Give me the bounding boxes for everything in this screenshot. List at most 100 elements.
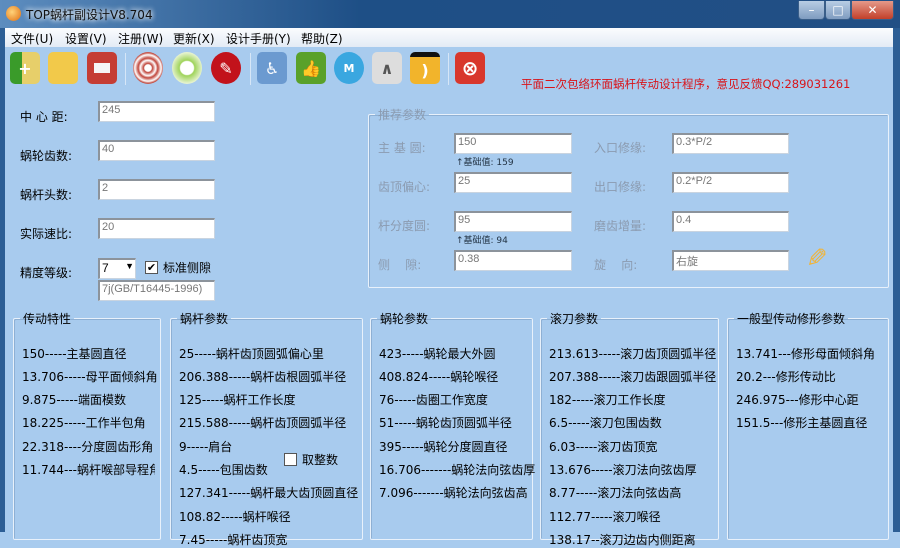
list-item: 6.5-----滚刀包围齿数 bbox=[549, 416, 662, 430]
group-title: 滚刀参数 bbox=[550, 312, 599, 326]
list-item: 11.744---蜗杆喉部导程角 bbox=[22, 463, 155, 477]
new-icon[interactable]: + bbox=[10, 52, 40, 84]
open-icon[interactable] bbox=[48, 52, 78, 84]
list-item: 9.875-----端面模数 bbox=[22, 393, 127, 407]
base-circle-input[interactable]: 150 bbox=[454, 133, 572, 154]
ratio-label: 实际速比: bbox=[20, 227, 73, 241]
window-title: TOP蜗杆副设计V8.704 bbox=[26, 8, 153, 22]
menu-register[interactable]: 注册(W) bbox=[118, 30, 163, 47]
chevron-down-icon: ▼ bbox=[125, 261, 134, 271]
rss-icon[interactable]: ) bbox=[410, 52, 440, 84]
entry-mod-label: 入口修缘: bbox=[594, 141, 647, 155]
save-icon[interactable] bbox=[87, 52, 117, 84]
group-title: 蜗轮参数 bbox=[380, 312, 429, 326]
list-item: 18.225-----工作半包角 bbox=[22, 416, 146, 430]
feedback-notice: 平面二次包络环面蜗杆传动设计程序，意见反馈QQ:289031261 bbox=[521, 77, 851, 91]
worm-starts-label: 蜗杆头数: bbox=[20, 188, 73, 202]
minimize-button[interactable]: – bbox=[798, 1, 825, 20]
base-circle-label: 主 基 圆: bbox=[378, 141, 426, 155]
title-bar: TOP蜗杆副设计V8.704 – □ ✕ bbox=[0, 0, 900, 28]
menu-file[interactable]: 文件(U) bbox=[11, 30, 53, 47]
worm-starts-input[interactable]: 2 bbox=[98, 179, 215, 200]
list-item: 9-----肩台 bbox=[179, 440, 233, 454]
round-teeth-checkbox[interactable] bbox=[284, 453, 297, 466]
precision-standard-field[interactable]: 7j(GB/T16445-1996) bbox=[98, 280, 215, 301]
spiral-icon[interactable] bbox=[133, 52, 163, 84]
list-item: 182-----滚刀工作长度 bbox=[549, 393, 666, 407]
transmission-group: 传动特性 150-----主基圆直径 13.706-----母平面倾斜角 9.8… bbox=[13, 310, 161, 540]
pitch-circle-hint: ↑基础值: 94 bbox=[456, 236, 508, 246]
pencil-edit-icon[interactable]: ✎ bbox=[806, 244, 828, 274]
settings-user-icon[interactable]: ♿ bbox=[257, 52, 287, 84]
close-icon[interactable]: ⊗ bbox=[455, 52, 485, 84]
toolbar-separator bbox=[125, 53, 126, 85]
group-title: 蜗杆参数 bbox=[180, 312, 229, 326]
hand-label: 旋 向: bbox=[594, 258, 638, 272]
list-item: 206.388-----蜗杆齿根圆弧半径 bbox=[179, 370, 347, 384]
maximize-button[interactable]: □ bbox=[825, 1, 851, 20]
list-item: 22.318----分度圆齿形角 bbox=[22, 440, 154, 454]
menu-update[interactable]: 更新(X) bbox=[173, 30, 215, 47]
list-item: 13.741---修形母面倾斜角 bbox=[736, 347, 875, 361]
list-item: 246.975---修形中心距 bbox=[736, 393, 859, 407]
list-item: 13.676-----滚刀法向弦齿厚 bbox=[549, 463, 697, 477]
list-item: 215.588-----蜗杆齿顶圆弧半径 bbox=[179, 416, 347, 430]
pitch-circle-input[interactable]: 95 bbox=[454, 211, 572, 232]
list-item: 7.096-------蜗轮法向弦齿高 bbox=[379, 486, 528, 500]
window-frame-right bbox=[893, 28, 900, 532]
menu-design-manual[interactable]: 设计手册(Y) bbox=[226, 30, 291, 47]
worm-params-group: 蜗杆参数 25-----蜗杆齿顶圆弧偏心里 206.388-----蜗杆齿根圆弧… bbox=[170, 310, 363, 547]
modification-params-group: 一般型传动修形参数 13.741---修形母面倾斜角 20.2---修形传动比 … bbox=[727, 310, 889, 540]
wear-input[interactable]: 0.4 bbox=[672, 211, 789, 232]
center-distance-input[interactable]: 245 bbox=[98, 101, 215, 122]
menu-settings[interactable]: 设置(V) bbox=[65, 30, 107, 47]
group-title: 一般型传动修形参数 bbox=[737, 312, 846, 326]
menu-bar: 文件(U) 设置(V) 注册(W) 更新(X) 设计手册(Y) 帮助(Z) bbox=[5, 28, 893, 47]
group-title: 传动特性 bbox=[23, 312, 72, 326]
list-item: 395-----蜗轮分度圆直径 bbox=[379, 440, 508, 454]
list-item: 7.45-----蜗杆齿顶宽 bbox=[179, 533, 288, 547]
exit-mod-input[interactable]: 0.2*P/2 bbox=[672, 172, 789, 193]
wrench-icon[interactable]: ✎ bbox=[211, 52, 241, 84]
list-item: 20.2---修形传动比 bbox=[736, 370, 836, 384]
list-item: 4.5-----包围齿数 bbox=[179, 463, 268, 477]
thumbs-up-icon[interactable]: 👍 bbox=[296, 52, 326, 84]
list-item: 127.341-----蜗杆最大齿顶圆直径 bbox=[179, 486, 359, 500]
standard-backlash-label: 标准侧隙 bbox=[163, 261, 212, 275]
hand-input[interactable]: 右旋 bbox=[672, 250, 789, 271]
list-item: 125-----蜗杆工作长度 bbox=[179, 393, 296, 407]
precision-select[interactable]: 7 ▼ bbox=[98, 258, 136, 279]
list-item: 138.17--滚刀边齿内侧距离 bbox=[549, 533, 696, 547]
backlash-input[interactable]: 0.38 bbox=[454, 250, 572, 271]
list-item: 151.5---修形主基圆直径 bbox=[736, 416, 868, 430]
tip-offset-label: 齿顶偏心: bbox=[378, 180, 431, 194]
list-item: 6.03-----滚刀齿顶宽 bbox=[549, 440, 658, 454]
gear-icon[interactable] bbox=[172, 52, 202, 84]
menu-help[interactable]: 帮助(Z) bbox=[301, 30, 343, 47]
list-item: 13.706-----母平面倾斜角 bbox=[22, 370, 158, 384]
list-item: 16.706-------蜗轮法向弦齿厚 bbox=[379, 463, 536, 477]
gear-teeth-label: 蜗轮齿数: bbox=[20, 149, 73, 163]
gear-teeth-input[interactable]: 40 bbox=[98, 140, 215, 161]
recommend-params-title: 推荐参数 bbox=[378, 108, 427, 122]
list-item: 8.77-----滚刀法向弦齿高 bbox=[549, 486, 682, 500]
gear-params-group: 蜗轮参数 423-----蜗轮最大外圆 408.824-----蜗轮喉径 76-… bbox=[370, 310, 536, 540]
pitch-circle-label: 杆分度圆: bbox=[378, 219, 431, 233]
list-item: 150-----主基圆直径 bbox=[22, 347, 127, 361]
toolbar-separator bbox=[448, 53, 449, 85]
entry-mod-input[interactable]: 0.3*P/2 bbox=[672, 133, 789, 154]
drafting-icon[interactable]: ∧ bbox=[372, 52, 402, 84]
brand-icon[interactable]: M bbox=[334, 52, 364, 84]
ratio-input[interactable]: 20 bbox=[98, 218, 215, 239]
list-item: 108.82-----蜗杆喉径 bbox=[179, 510, 291, 524]
list-item: 76-----齿圈工作宽度 bbox=[379, 393, 488, 407]
tip-offset-input[interactable]: 25 bbox=[454, 172, 572, 193]
list-item: 25-----蜗杆齿顶圆弧偏心里 bbox=[179, 347, 324, 361]
standard-backlash-checkbox[interactable]: ✔ bbox=[145, 261, 158, 274]
close-button[interactable]: ✕ bbox=[851, 1, 894, 20]
list-item: 213.613-----滚刀齿顶圆弧半径 bbox=[549, 347, 717, 361]
hob-params-group: 滚刀参数 213.613-----滚刀齿顶圆弧半径 207.388-----滚刀… bbox=[540, 310, 719, 547]
toolbar-separator bbox=[250, 53, 251, 85]
backlash-label: 侧 隙: bbox=[378, 258, 422, 272]
list-item: 423-----蜗轮最大外圆 bbox=[379, 347, 496, 361]
